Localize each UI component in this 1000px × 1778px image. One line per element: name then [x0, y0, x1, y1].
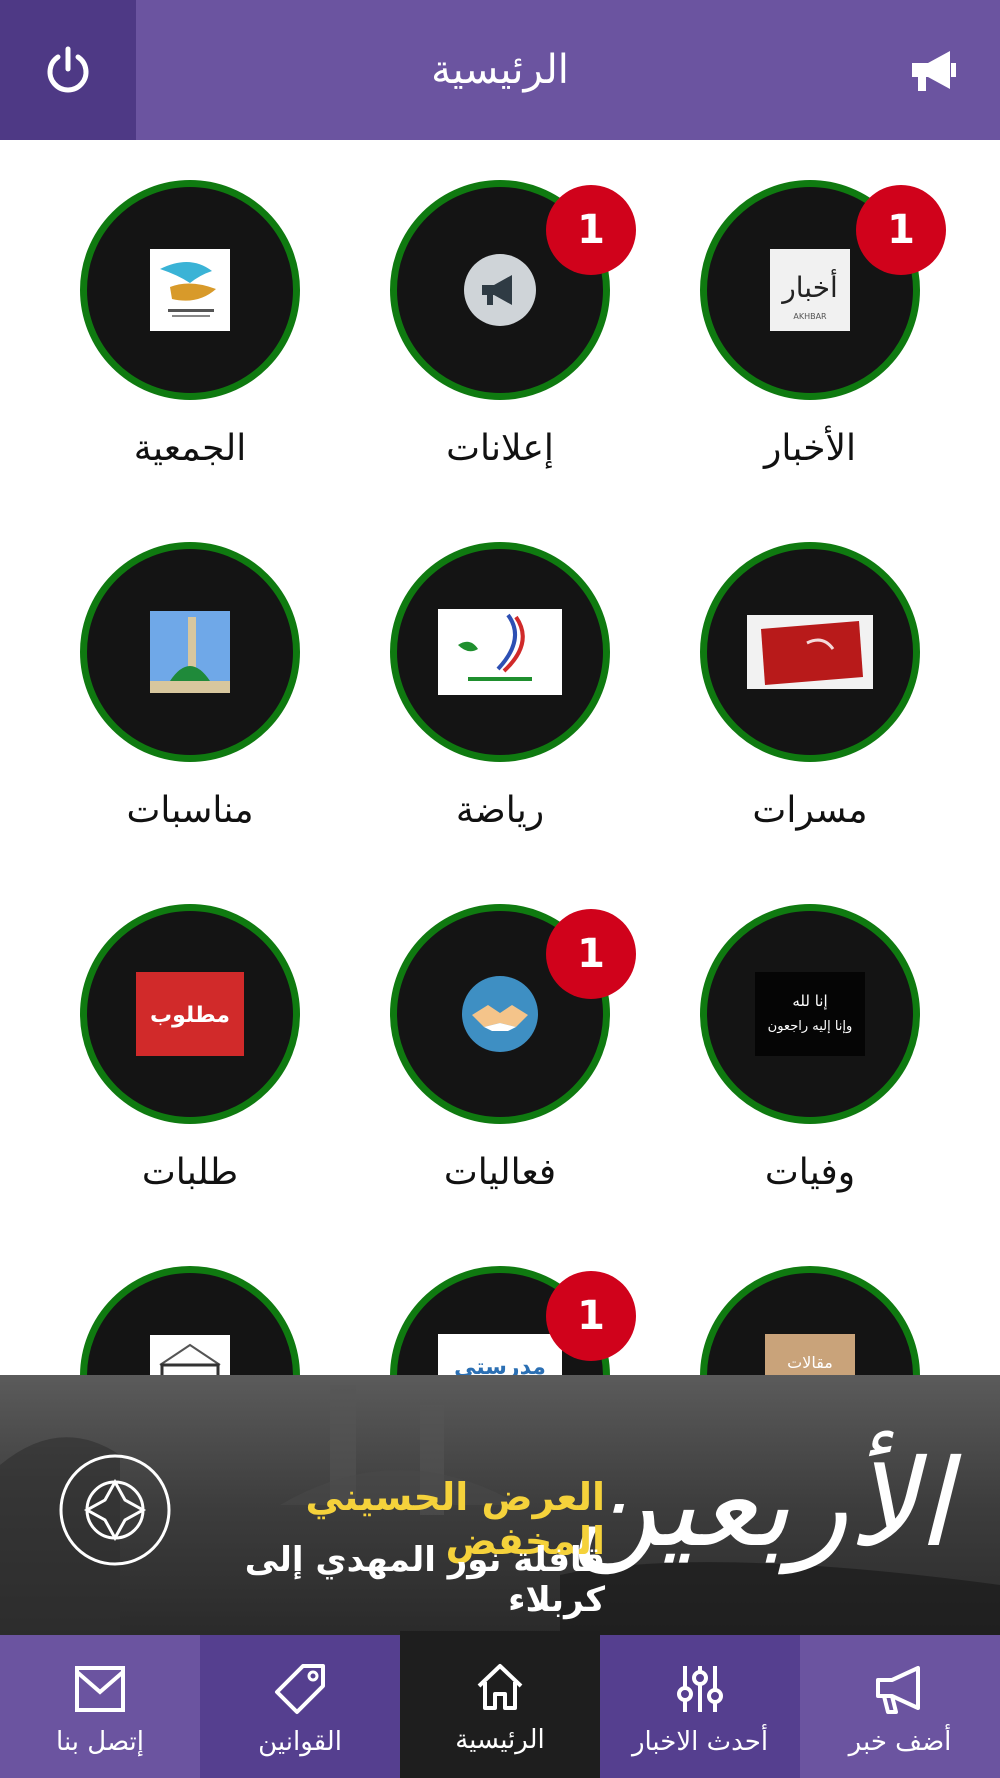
wanted-thumbnail: مطلوب: [136, 972, 244, 1056]
nav-rules[interactable]: القوانين: [200, 1635, 400, 1778]
svg-text:وإنا إليه راجعون: وإنا إليه راجعون: [768, 1019, 853, 1034]
svg-text:أخبار: أخبار: [780, 268, 838, 304]
tile-requests[interactable]: مطلوب طلبات: [70, 864, 310, 1194]
nav-home[interactable]: الرئيسية: [400, 1631, 600, 1778]
sports-logo-thumbnail: [438, 609, 562, 695]
tile-obituaries[interactable]: إنا لله وإنا إليه راجعون وفيات: [690, 864, 930, 1194]
tile-events[interactable]: 1 فعاليات: [380, 864, 636, 1194]
tile-circle: [80, 180, 300, 400]
sign-thumbnail: [150, 1335, 230, 1375]
association-logo-thumbnail: [150, 249, 230, 331]
tile-label: رياضة: [455, 790, 545, 831]
tile-sports[interactable]: رياضة: [380, 502, 620, 832]
banner-headline: الأربعين: [571, 1435, 950, 1574]
category-grid: أخبار AKHBAR 1 الأخبار 1 إعلانات الجمعية…: [0, 140, 1000, 1375]
obituary-thumbnail: إنا لله وإنا إليه راجعون: [755, 972, 865, 1056]
tile-label: الجمعية: [133, 428, 247, 469]
svg-text:AKHBAR: AKHBAR: [793, 312, 827, 321]
mosque-thumbnail: [150, 611, 230, 693]
school-thumbnail: مدرستي: [438, 1334, 562, 1375]
tile-articles[interactable]: مقالات: [690, 1226, 930, 1375]
page-title: الرئيسية: [431, 47, 569, 93]
tile-label: مسرات: [752, 790, 868, 831]
tile-label: فعاليات: [443, 1152, 557, 1193]
announcement-thumbnail: [464, 254, 536, 326]
power-icon: [47, 46, 89, 93]
nav-latest-news[interactable]: أحدث الاخبار: [600, 1635, 800, 1778]
caravan-logo: [59, 1454, 171, 1566]
tile-celebrations[interactable]: مسرات: [690, 502, 930, 832]
celebration-card-thumbnail: [747, 615, 873, 689]
tile-label: طلبات: [141, 1152, 239, 1193]
tile-circle: إنا لله وإنا إليه راجعون: [700, 904, 920, 1124]
megaphone-icon: [876, 1665, 920, 1714]
tile-circle: مقالات: [700, 1266, 920, 1375]
nav-label: إتصل بنا: [56, 1726, 144, 1757]
sliders-icon: [677, 1665, 723, 1712]
nav-contact-us[interactable]: إتصل بنا: [0, 1635, 200, 1778]
notification-badge: 1: [546, 185, 636, 275]
tile-label: وفيات: [764, 1152, 856, 1193]
svg-text:إنا لله: إنا لله: [792, 992, 827, 1010]
tile-news[interactable]: أخبار AKHBAR 1 الأخبار: [690, 140, 946, 470]
articles-thumbnail: مقالات: [765, 1334, 855, 1375]
tile-misc[interactable]: [70, 1226, 310, 1375]
notification-badge: 1: [856, 185, 946, 275]
logout-button[interactable]: [0, 0, 136, 140]
announcement-button[interactable]: [864, 0, 1000, 140]
tile-circle: [80, 542, 300, 762]
megaphone-icon: [912, 51, 956, 91]
tile-association[interactable]: الجمعية: [70, 140, 310, 470]
tile-occasions[interactable]: مناسبات: [70, 502, 310, 832]
nav-add-news[interactable]: أضف خبر: [800, 1635, 1000, 1778]
app-header: الرئيسية: [0, 0, 1000, 140]
tag-icon: [275, 1663, 325, 1714]
svg-text:مطلوب: مطلوب: [150, 1003, 230, 1028]
svg-text:مقالات: مقالات: [787, 1353, 833, 1372]
home-icon: [477, 1663, 523, 1710]
mail-icon: [75, 1665, 125, 1712]
tile-circle: [700, 542, 920, 762]
tile-circle: مطلوب: [80, 904, 300, 1124]
svg-text:مدرستي: مدرستي: [454, 1355, 546, 1375]
tile-label: الأخبار: [763, 428, 856, 469]
tile-circle: [390, 542, 610, 762]
news-thumbnail: أخبار AKHBAR: [770, 249, 850, 331]
nav-label: أحدث الاخبار: [631, 1726, 769, 1757]
nav-label: أضف خبر: [848, 1726, 952, 1757]
handshake-icon: [462, 976, 538, 1052]
tile-label: إعلانات: [446, 428, 554, 469]
promo-banner[interactable]: الأربعين العرض الحسيني المخفض قافلة نور …: [0, 1375, 1000, 1635]
nav-label: القوانين: [258, 1726, 342, 1757]
tile-announcements[interactable]: 1 إعلانات: [380, 140, 636, 470]
bottom-navigation: إتصل بنا القوانين الرئيسية أحدث الاخبار …: [0, 1631, 1000, 1778]
notification-badge: 1: [546, 909, 636, 999]
banner-caption: قافلة نور المهدي إلى كربلاء: [244, 1540, 605, 1620]
notification-badge: 1: [546, 1271, 636, 1361]
nav-label: الرئيسية: [455, 1724, 545, 1755]
tile-label: مناسبات: [126, 790, 254, 831]
tile-circle: [80, 1266, 300, 1375]
tile-school[interactable]: مدرستي 1: [380, 1226, 636, 1375]
